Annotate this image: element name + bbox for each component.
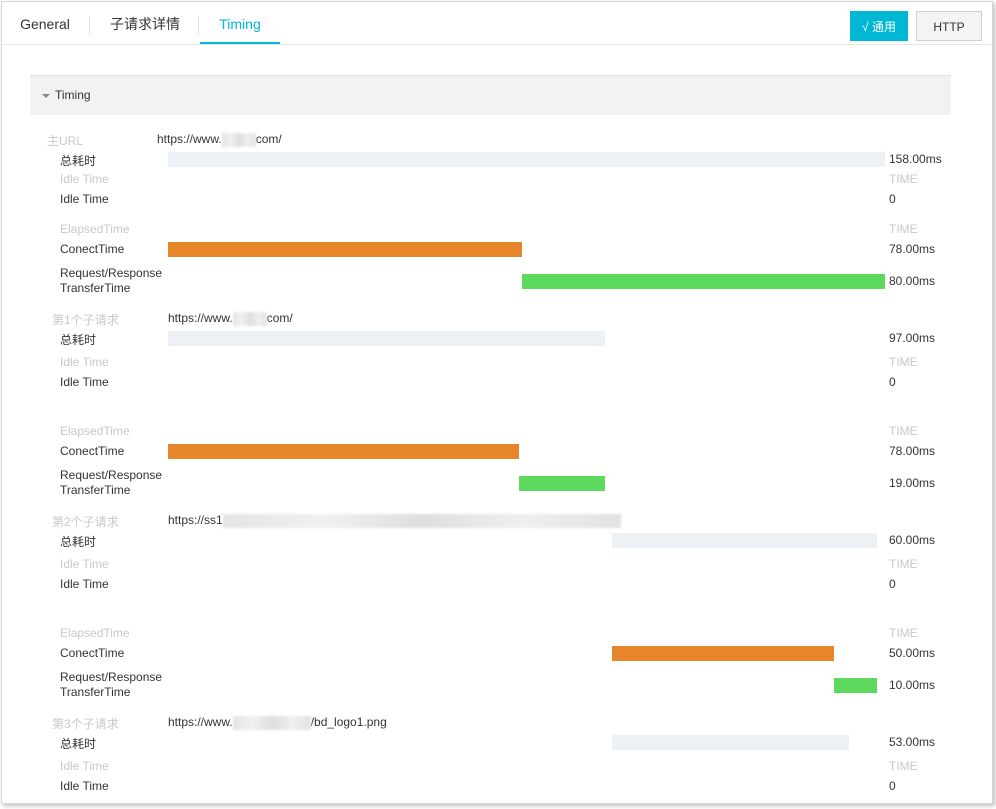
total-time-label: 总耗时 xyxy=(60,535,97,549)
tab-divider xyxy=(89,16,90,34)
tab-divider xyxy=(198,16,199,34)
request-response-label: Request/Response xyxy=(60,468,163,482)
connect-time-value: 50.00ms xyxy=(889,646,936,660)
request-label: 主URL xyxy=(47,134,84,148)
idle-time-header: Idle Time xyxy=(60,557,109,571)
total-time-value: 97.00ms xyxy=(889,331,936,345)
idle-time-value: 0 xyxy=(889,779,896,793)
request-url: https://www. com/ xyxy=(157,132,282,147)
tab-subrequests[interactable]: 子请求详情 xyxy=(102,2,188,44)
total-time-bar xyxy=(168,331,605,346)
transfer-time-value: 19.00ms xyxy=(889,476,936,490)
time-column-header: TIME xyxy=(889,355,918,369)
request-url: https://www./bd_logo1.png xyxy=(168,715,387,730)
connect-time-label: ConectTime xyxy=(60,444,125,458)
transfer-time-bar xyxy=(519,476,605,491)
connect-time-bar xyxy=(168,444,519,459)
connect-time-bar xyxy=(612,646,834,661)
connect-time-bar xyxy=(168,242,522,257)
idle-time-label: Idle Time xyxy=(60,779,109,793)
request-url: https://ss1 xyxy=(168,513,621,528)
timing-panel: General 子请求详情 Timing √ 通用 HTTP Timing 主U… xyxy=(1,1,993,804)
total-time-bar xyxy=(168,152,885,167)
idle-time-value: 0 xyxy=(889,192,896,206)
time-column-header: TIME xyxy=(889,759,918,773)
total-time-bar xyxy=(612,735,849,750)
tab-bar: General 子请求详情 Timing √ 通用 HTTP xyxy=(2,2,992,45)
transfer-time-value: 10.00ms xyxy=(889,678,936,692)
request-label: 第1个子请求 xyxy=(52,313,119,327)
time-column-header: TIME xyxy=(889,557,918,571)
request-url: https://www. com/ xyxy=(168,311,293,326)
total-time-label: 总耗时 xyxy=(60,333,97,347)
total-time-label: 总耗时 xyxy=(60,154,97,168)
transfer-time-label: TransferTime xyxy=(60,483,131,497)
http-button[interactable]: HTTP xyxy=(916,11,982,41)
idle-time-label: Idle Time xyxy=(60,375,109,389)
time-column-header: TIME xyxy=(889,172,918,186)
transfer-time-label: TransferTime xyxy=(60,281,131,295)
connect-time-label: ConectTime xyxy=(60,242,125,256)
request-label: 第3个子请求 xyxy=(52,717,119,731)
idle-time-value: 0 xyxy=(889,375,896,389)
time-column-header: TIME xyxy=(889,424,918,438)
idle-time-header: Idle Time xyxy=(60,759,109,773)
idle-time-label: Idle Time xyxy=(60,577,109,591)
elapsed-time-header: ElapsedTime xyxy=(60,424,130,438)
idle-time-value: 0 xyxy=(889,577,896,591)
transfer-time-bar xyxy=(834,678,877,693)
total-time-label: 总耗时 xyxy=(60,737,97,751)
transfer-time-label: TransferTime xyxy=(60,685,131,699)
general-mode-button[interactable]: √ 通用 xyxy=(850,11,908,41)
request-label: 第2个子请求 xyxy=(52,515,119,529)
connect-time-value: 78.00ms xyxy=(889,242,936,256)
total-time-value: 158.00ms xyxy=(889,152,942,166)
connect-time-label: ConectTime xyxy=(60,646,125,660)
time-column-header: TIME xyxy=(889,626,918,640)
idle-time-label: Idle Time xyxy=(60,192,109,206)
connect-time-value: 78.00ms xyxy=(889,444,936,458)
section-title: Timing xyxy=(55,88,91,102)
idle-time-header: Idle Time xyxy=(60,355,109,369)
transfer-time-bar xyxy=(522,274,885,289)
total-time-value: 53.00ms xyxy=(889,735,936,749)
tab-timing[interactable]: Timing xyxy=(200,2,280,44)
request-response-label: Request/Response xyxy=(60,266,163,280)
caret-down-icon xyxy=(42,94,50,98)
time-column-header: TIME xyxy=(889,222,918,236)
idle-time-header: Idle Time xyxy=(60,172,109,186)
transfer-time-value: 80.00ms xyxy=(889,274,936,288)
total-time-bar xyxy=(612,533,877,548)
timing-section-header[interactable]: Timing xyxy=(30,75,951,115)
elapsed-time-header: ElapsedTime xyxy=(60,222,130,236)
elapsed-time-header: ElapsedTime xyxy=(60,626,130,640)
request-response-label: Request/Response xyxy=(60,670,163,684)
tab-general[interactable]: General xyxy=(12,2,78,44)
total-time-value: 60.00ms xyxy=(889,533,936,547)
